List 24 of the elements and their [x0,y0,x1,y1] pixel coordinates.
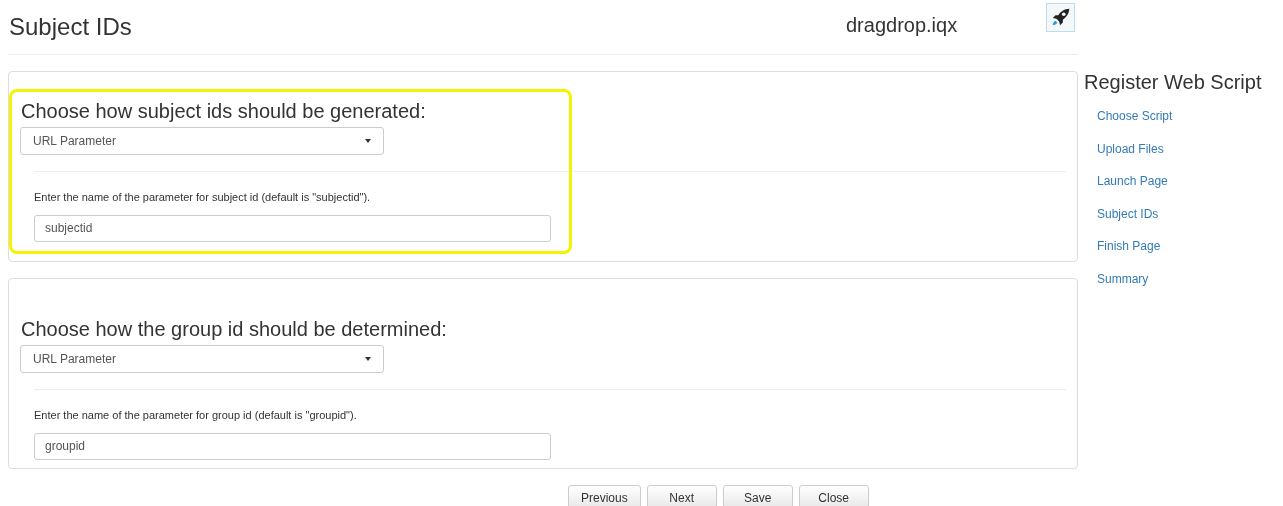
nav-button[interactable]: Previous [568,485,641,506]
caret-icon [365,139,371,143]
dropdown[interactable]: URL Parameter [20,345,384,373]
sidebar-link[interactable]: Upload Files [1097,140,1164,173]
sidebar-link[interactable]: Choose Script [1097,108,1173,141]
field-label: Enter the name of the parameter for group id (default is "groupid"). [34,408,357,423]
input-field[interactable]: groupid [34,432,551,460]
sidebar-link[interactable]: Subject IDs [1097,205,1159,238]
caret-icon [365,357,371,361]
nav-button[interactable]: Save [722,485,793,506]
sidebar-title: Register Web Script [1084,70,1262,95]
sidebar-link[interactable]: Launch Page [1097,173,1168,206]
section-heading: Choose how the group id should be determined: [21,317,448,341]
section-heading: Choose how subject ids should be generated: [21,99,427,123]
launch-button[interactable] [1046,2,1075,32]
field-label: Enter the name of the parameter for subject id (default is "subjectid"). [34,190,371,205]
dropdown[interactable]: URL Parameter [20,127,384,155]
file-name: dragdrop.iqx [846,13,959,38]
page-title: Subject IDs [9,12,133,42]
sidebar-link[interactable]: Summary [1097,270,1149,303]
sidebar-link[interactable]: Finish Page [1097,238,1161,271]
nav-button[interactable]: Close [798,485,869,506]
input-field[interactable]: subjectid [34,214,551,242]
nav-button[interactable]: Next [646,485,717,506]
